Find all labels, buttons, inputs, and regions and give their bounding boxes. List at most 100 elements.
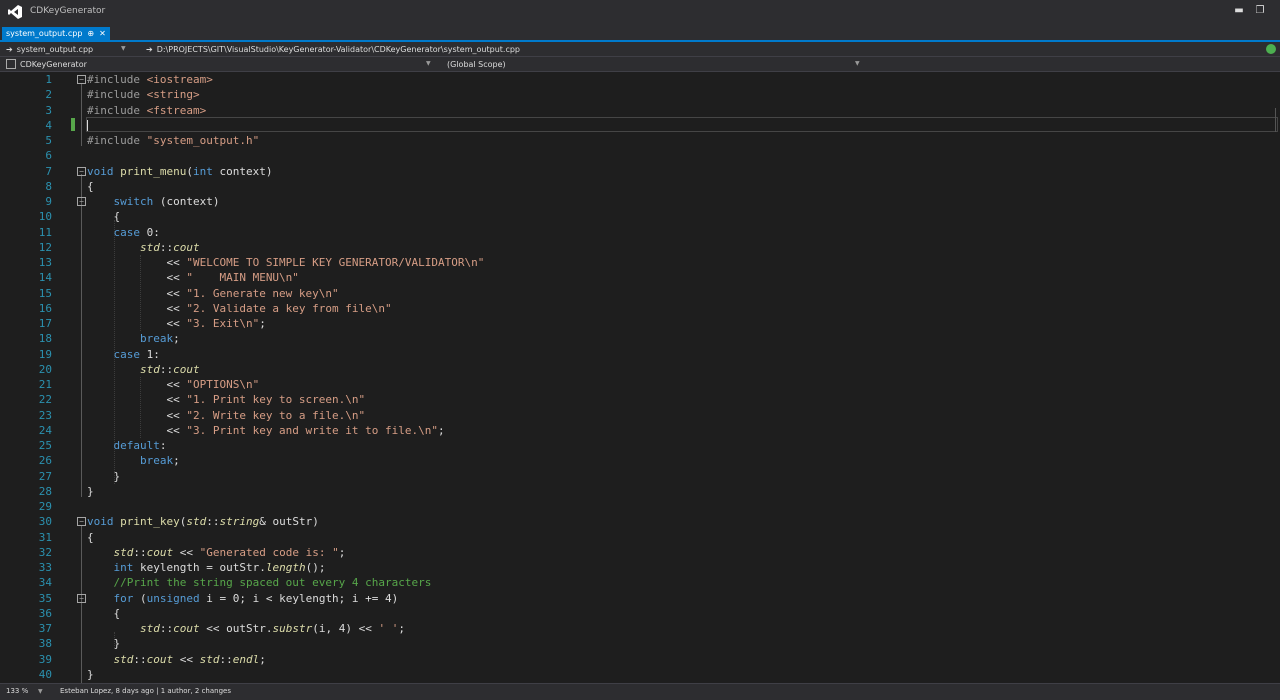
code-line[interactable]: 36 {: [0, 606, 1280, 621]
code-line[interactable]: 37 std::cout << outStr.substr(i, 4) << '…: [0, 621, 1280, 636]
collapse-icon[interactable]: −: [77, 166, 86, 176]
chevron-down-icon[interactable]: ▼: [855, 60, 860, 67]
line-number: 26: [38, 454, 52, 468]
code-line[interactable]: 34 //Print the string spaced out every 4…: [0, 575, 1280, 590]
code-token: ;: [259, 652, 266, 666]
pin-icon[interactable]: ⊕: [87, 29, 94, 38]
code-line[interactable]: 30 − void print_key(std::string& outStr): [0, 514, 1280, 529]
code-line[interactable]: 24 << "3. Print key and write it to file…: [0, 423, 1280, 438]
chevron-down-icon[interactable]: ▼: [121, 45, 126, 52]
code-line[interactable]: 6: [0, 148, 1280, 163]
line-number: 32: [38, 545, 52, 559]
code-line[interactable]: 3 #include <fstream>: [0, 103, 1280, 118]
line-number: 16: [38, 301, 52, 315]
code-text: break;: [87, 453, 180, 468]
code-token: ;: [398, 622, 405, 635]
git-blame-info[interactable]: Esteban Lopez, 8 days ago | 1 author, 2 …: [60, 687, 231, 695]
status-bar: 133 % ▼ Esteban Lopez, 8 days ago | 1 au…: [0, 683, 1280, 700]
line-number: 5: [45, 134, 52, 147]
code-line[interactable]: 5 #include "system_output.h": [0, 133, 1280, 148]
code-line[interactable]: 29: [0, 499, 1280, 514]
code-line[interactable]: 7 − void print_menu(int context): [0, 164, 1280, 179]
code-line[interactable]: 20 std::cout: [0, 362, 1280, 377]
zoom-level[interactable]: 133 %: [6, 687, 28, 695]
project-dropdown-value: CDKeyGenerator: [20, 59, 87, 69]
code-line[interactable]: 11 case 0:: [0, 225, 1280, 240]
visual-studio-logo-icon: [8, 5, 22, 19]
line-number: 6: [45, 149, 52, 163]
code-token: unsigned: [146, 591, 200, 605]
project-dropdown[interactable]: CDKeyGenerator: [6, 57, 426, 71]
line-number: 37: [38, 622, 52, 635]
code-line[interactable]: 21 << "OPTIONS\n": [0, 377, 1280, 392]
code-token: "OPTIONS\n": [186, 378, 260, 391]
code-line[interactable]: 28}: [0, 484, 1280, 499]
code-line[interactable]: 35 − for (unsigned i = 0; i < keylength; …: [0, 591, 1280, 606]
code-token: switch: [113, 195, 154, 208]
line-number: 13: [38, 256, 52, 269]
code-token: #include: [87, 88, 147, 102]
code-line[interactable]: 9 − switch (context): [0, 194, 1280, 209]
code-line[interactable]: 33 int keylength = outStr.length();: [0, 560, 1280, 575]
tab-system-output[interactable]: system_output.cpp ⊕ ✕: [2, 27, 110, 40]
code-line[interactable]: 16 << "2. Validate a key from file\n": [0, 301, 1280, 316]
code-token: void: [87, 515, 114, 529]
code-line[interactable]: 2 #include <string>: [0, 87, 1280, 102]
collapse-icon[interactable]: −: [77, 75, 86, 84]
line-number: 3: [45, 103, 52, 117]
code-line[interactable]: 8{: [0, 179, 1280, 194]
navigate-icon[interactable]: [1266, 44, 1276, 54]
code-line[interactable]: 17 << "3. Exit\n";: [0, 316, 1280, 331]
minimize-button[interactable]: ▬: [1232, 3, 1246, 19]
chevron-down-icon[interactable]: ▼: [426, 60, 431, 67]
code-token: <<: [87, 378, 187, 391]
file-dropdown-value: system_output.cpp: [16, 44, 94, 54]
code-line[interactable]: 22 << "1. Print key to screen.\n": [0, 392, 1280, 407]
line-number: 21: [38, 378, 52, 391]
collapse-icon[interactable]: −: [77, 517, 86, 527]
code-line[interactable]: 18 break;: [0, 331, 1280, 346]
code-token: <<: [87, 423, 187, 437]
code-line[interactable]: 14 << " MAIN MENU\n": [0, 270, 1280, 285]
code-token: cout: [173, 622, 200, 635]
code-text: case 0:: [87, 225, 160, 240]
code-text: }: [87, 667, 94, 682]
code-line[interactable]: 32 std::cout << "Generated code is: ";: [0, 545, 1280, 560]
restore-button[interactable]: ❐: [1253, 3, 1267, 19]
line-number: 30: [38, 515, 52, 529]
file-path-text: D:\PROJECTS\GIT\VisualStudio\KeyGenerato…: [156, 44, 520, 54]
code-line[interactable]: 38 }: [0, 636, 1280, 651]
code-line[interactable]: 31 {: [0, 530, 1280, 545]
line-number: 7: [45, 164, 52, 178]
code-line[interactable]: 15 << "1. Generate new key\n": [0, 286, 1280, 301]
chevron-down-icon[interactable]: ▼: [38, 688, 43, 695]
line-number: 1: [45, 73, 52, 86]
code-line[interactable]: 13 << "WELCOME TO SIMPLE KEY GENERATOR/V…: [0, 255, 1280, 270]
code-token: (i, 4) <<: [312, 622, 379, 635]
code-line[interactable]: 25 default:: [0, 438, 1280, 453]
code-line[interactable]: 12 std::cout: [0, 240, 1280, 255]
scope-dropdown[interactable]: (Global Scope): [447, 57, 857, 71]
scrollbar-marker[interactable]: [1275, 108, 1280, 132]
code-line[interactable]: 23 << "2. Write key to a file.\n": [0, 408, 1280, 423]
code-token: #include: [87, 103, 147, 117]
code-editor[interactable]: 1− #include <iostream> 2 #include <string> 3…: [0, 72, 1280, 683]
collapse-icon[interactable]: −: [77, 197, 86, 206]
code-line[interactable]: 1 − #include <iostream>: [0, 72, 1280, 87]
code-line[interactable]: 27 }: [0, 469, 1280, 484]
code-line[interactable]: 10 {: [0, 209, 1280, 224]
code-text: switch (context): [87, 194, 220, 209]
code-line[interactable]: 40}: [0, 667, 1280, 682]
code-token: case: [113, 347, 141, 361]
close-tab-icon[interactable]: ✕: [99, 29, 106, 38]
code-line[interactable]: 19 case 1:: [0, 347, 1280, 362]
code-line[interactable]: 39 std::cout << std::endl;: [0, 652, 1280, 667]
code-text: << "1. Generate new key\n": [87, 286, 338, 301]
file-dropdown[interactable]: ➔ system_output.cpp: [6, 42, 126, 56]
collapse-icon[interactable]: −: [77, 593, 86, 603]
code-line[interactable]: 26 break;: [0, 453, 1280, 468]
